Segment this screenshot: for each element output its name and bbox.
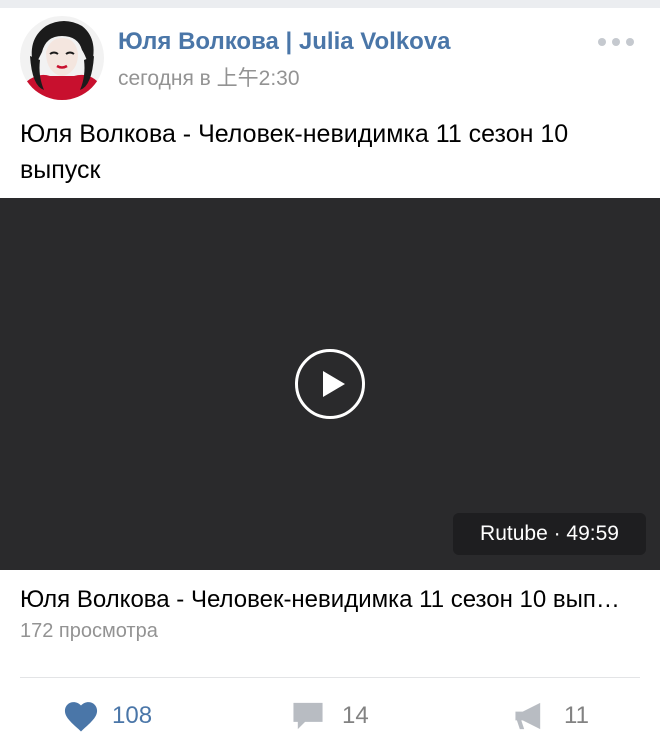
video-duration-badge: Rutube · 49:59 [453, 513, 646, 555]
play-icon [323, 371, 345, 397]
share-count: 11 [564, 702, 589, 729]
megaphone-icon [515, 702, 541, 730]
video-title[interactable]: Юля Волкова - Человек-невидимка 11 сезон… [20, 586, 630, 614]
post-text: Юля Волкова - Человек-невидимка 11 сезон… [20, 120, 569, 184]
avatar[interactable] [20, 16, 104, 100]
avatar-image [20, 16, 104, 100]
share-button[interactable]: 11 [512, 696, 589, 736]
top-separator [0, 0, 660, 8]
play-button[interactable] [295, 349, 365, 419]
comment-icon [293, 702, 323, 730]
more-dots-icon [612, 38, 620, 46]
view-count: 172 просмотра [20, 620, 158, 642]
author-name[interactable]: Юля Волкова | Julia Volkova [118, 28, 451, 56]
post-timestamp: сегодня в 上午2:30 [118, 67, 300, 90]
like-count: 108 [112, 702, 153, 729]
more-dots-icon [598, 38, 606, 46]
heart-icon [64, 702, 98, 732]
more-options-button[interactable] [594, 30, 638, 54]
more-dots-icon [626, 38, 634, 46]
comment-button[interactable]: 14 [290, 696, 369, 736]
comment-count: 14 [342, 702, 369, 729]
like-button[interactable]: 108 [62, 696, 152, 736]
divider [20, 677, 640, 678]
